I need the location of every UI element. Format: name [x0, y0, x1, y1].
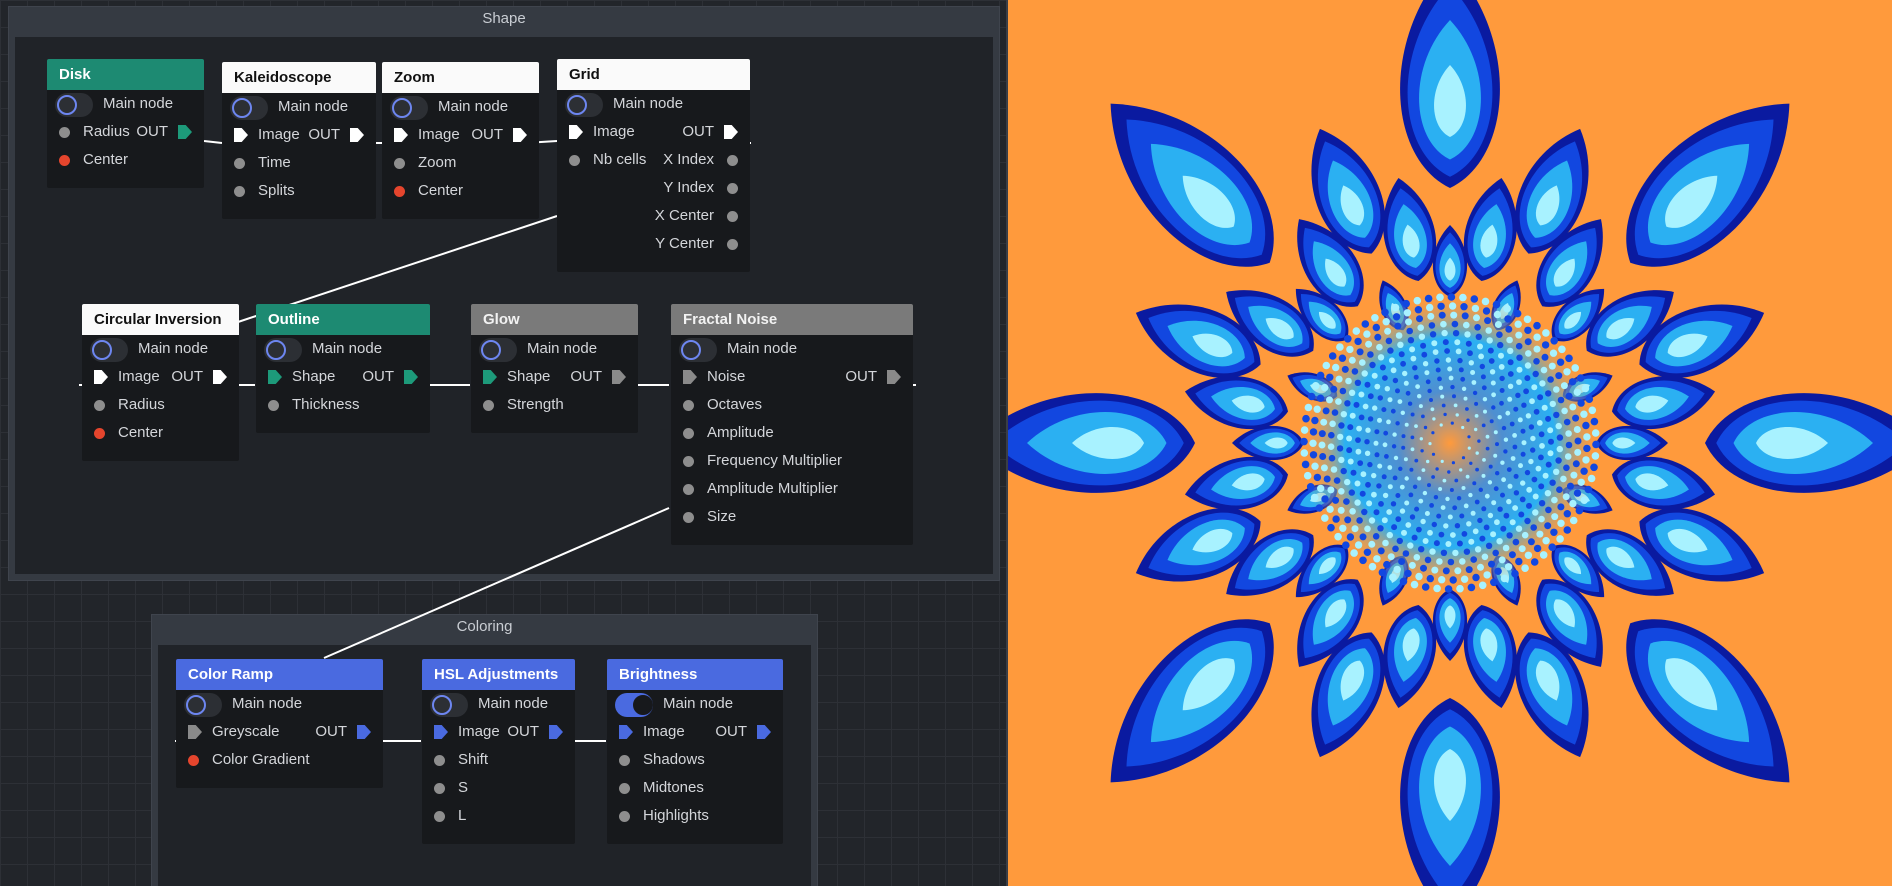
node-hsl-adjustments[interactable]: HSL Adjustments Main node Image OUT Shift… — [422, 659, 575, 844]
node-color-ramp-title[interactable]: Color Ramp — [176, 659, 383, 690]
main-node-toggle[interactable] — [184, 693, 222, 717]
input-socket-gradient[interactable] — [188, 755, 199, 766]
output-port-icon[interactable] — [612, 370, 626, 384]
input-socket[interactable] — [619, 811, 630, 822]
input-socket[interactable] — [434, 783, 445, 794]
node-circular-inversion-title[interactable]: Circular Inversion — [82, 304, 239, 335]
main-node-toggle[interactable] — [390, 96, 428, 120]
input-port-icon[interactable] — [234, 128, 248, 142]
input-port-icon[interactable] — [434, 725, 448, 739]
input-socket[interactable] — [434, 811, 445, 822]
main-node-toggle[interactable] — [230, 96, 268, 120]
group-shape-title: Shape — [482, 10, 526, 27]
input-socket[interactable] — [619, 755, 630, 766]
node-zoom[interactable]: Zoom Main node Image OUT Zoom Center — [382, 62, 539, 219]
node-glow[interactable]: Glow Main node Shape OUT Strength — [471, 304, 638, 433]
node-zoom-title[interactable]: Zoom — [382, 62, 539, 93]
main-node-toggle-active[interactable] — [615, 693, 653, 717]
output-port-icon[interactable] — [757, 725, 771, 739]
output-port-icon[interactable] — [404, 370, 418, 384]
output-port-icon[interactable] — [357, 725, 371, 739]
node-kaleidoscope[interactable]: Kaleidoscope Main node Image OUT Time Spl… — [222, 62, 376, 219]
input-socket[interactable] — [683, 512, 694, 523]
input-socket[interactable] — [683, 400, 694, 411]
input-port-icon[interactable] — [268, 370, 282, 384]
node-kaleidoscope-title[interactable]: Kaleidoscope — [222, 62, 376, 93]
node-disk[interactable]: Disk Main node Radius OUT Center — [47, 59, 204, 188]
node-editor[interactable]: Shape Coloring Disk Main node Radius OUT… — [0, 0, 1006, 886]
input-socket[interactable] — [683, 456, 694, 467]
input-port-icon[interactable] — [619, 725, 633, 739]
node-brightness[interactable]: Brightness Main node Image OUT Shadows Mi… — [607, 659, 783, 844]
node-grid[interactable]: Grid Main node Image OUT Nb cells X Index … — [557, 59, 750, 272]
input-socket-center[interactable] — [59, 155, 70, 166]
main-node-toggle[interactable] — [679, 338, 717, 362]
node-fractal-noise-title[interactable]: Fractal Noise — [671, 304, 913, 335]
node-brightness-title[interactable]: Brightness — [607, 659, 783, 690]
input-port-icon[interactable] — [683, 370, 697, 384]
output-port-icon[interactable] — [549, 725, 563, 739]
input-socket-center[interactable] — [394, 186, 405, 197]
input-socket[interactable] — [234, 158, 245, 169]
main-node-toggle[interactable] — [565, 93, 603, 117]
main-node-toggle[interactable] — [430, 693, 468, 717]
output-socket[interactable] — [727, 155, 738, 166]
output-socket[interactable] — [727, 183, 738, 194]
main-node-toggle[interactable] — [90, 338, 128, 362]
output-socket[interactable] — [727, 211, 738, 222]
fractal-preview-image — [1008, 0, 1892, 886]
output-port-icon[interactable] — [178, 125, 192, 139]
input-port-icon[interactable] — [394, 128, 408, 142]
input-socket[interactable] — [59, 127, 70, 138]
output-socket[interactable] — [727, 239, 738, 250]
input-port-icon[interactable] — [188, 725, 202, 739]
output-port-icon[interactable] — [887, 370, 901, 384]
node-grid-title[interactable]: Grid — [557, 59, 750, 90]
group-coloring-title: Coloring — [456, 618, 513, 635]
render-preview[interactable] — [1008, 0, 1892, 886]
input-socket-center[interactable] — [94, 428, 105, 439]
input-socket[interactable] — [483, 400, 494, 411]
node-outline[interactable]: Outline Main node Shape OUT Thickness — [256, 304, 430, 433]
input-socket[interactable] — [234, 186, 245, 197]
node-color-ramp[interactable]: Color Ramp Main node Greyscale OUT Color … — [176, 659, 383, 788]
main-node-toggle[interactable] — [55, 93, 93, 117]
input-port-icon[interactable] — [94, 370, 108, 384]
node-fractal-noise[interactable]: Fractal Noise Main node Noise OUT Octaves… — [671, 304, 913, 545]
input-socket[interactable] — [394, 158, 405, 169]
node-outline-title[interactable]: Outline — [256, 304, 430, 335]
input-socket[interactable] — [683, 484, 694, 495]
input-socket[interactable] — [619, 783, 630, 794]
input-socket[interactable] — [683, 428, 694, 439]
main-node-toggle[interactable] — [479, 338, 517, 362]
input-socket[interactable] — [569, 155, 580, 166]
input-port-icon[interactable] — [569, 125, 583, 139]
node-circular-inversion[interactable]: Circular Inversion Main node Image OUT Ra… — [82, 304, 239, 461]
input-socket[interactable] — [94, 400, 105, 411]
output-port-icon[interactable] — [513, 128, 527, 142]
output-port-icon[interactable] — [213, 370, 227, 384]
node-hsl-adjustments-title[interactable]: HSL Adjustments — [422, 659, 575, 690]
node-glow-title[interactable]: Glow — [471, 304, 638, 335]
output-port-icon[interactable] — [350, 128, 364, 142]
main-node-toggle[interactable] — [264, 338, 302, 362]
input-port-icon[interactable] — [483, 370, 497, 384]
output-port-icon[interactable] — [724, 125, 738, 139]
input-socket[interactable] — [268, 400, 279, 411]
node-disk-title[interactable]: Disk — [47, 59, 204, 90]
input-socket[interactable] — [434, 755, 445, 766]
